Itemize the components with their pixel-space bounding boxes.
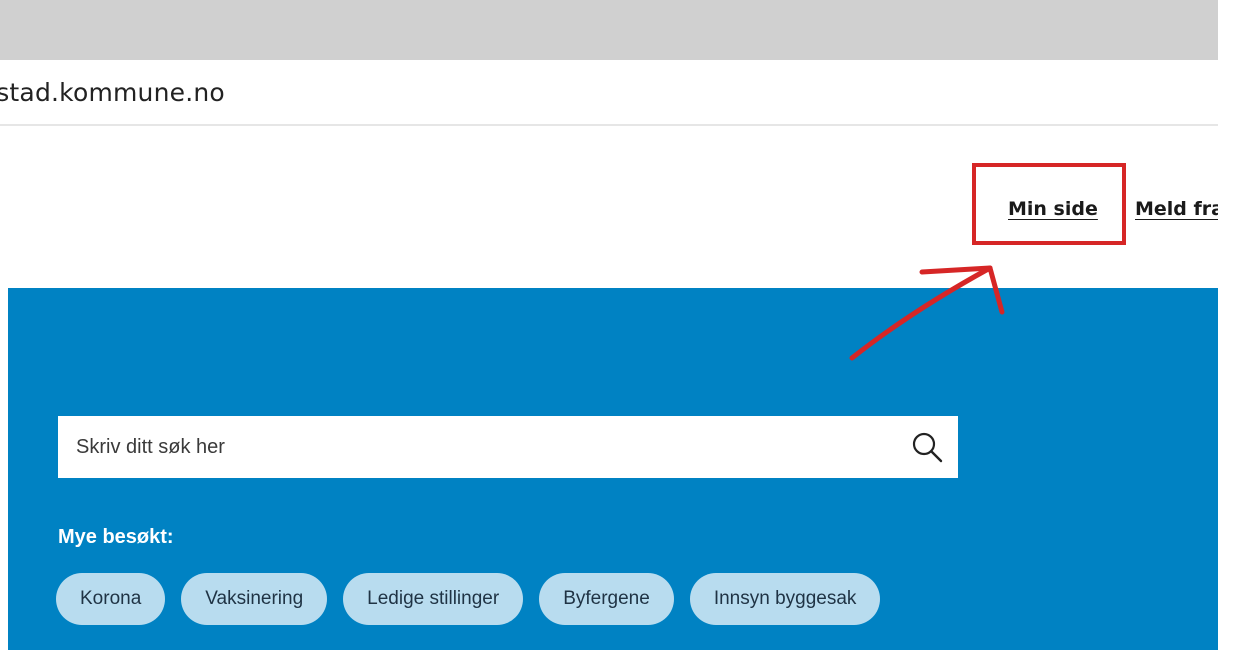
search-icon[interactable]	[910, 430, 944, 464]
meld-fra-link[interactable]: Meld fra	[1135, 198, 1218, 220]
header-links-bar: Min side Meld fra	[0, 126, 1218, 288]
popular-heading: Mye besøkt:	[58, 526, 174, 548]
hero-search-section: Mye besøkt: Korona Vaksinering Ledige stil…	[8, 288, 1218, 650]
browser-tab-strip	[0, 0, 1218, 60]
min-side-link[interactable]: Min side	[1008, 198, 1098, 220]
popular-chips: Korona Vaksinering Ledige stillinger Byferg…	[56, 573, 896, 625]
chip-byfergene[interactable]: Byfergene	[539, 573, 674, 625]
address-url[interactable]: ‹stad.kommune.no	[0, 78, 225, 107]
chip-vaksinering[interactable]: Vaksinering	[181, 573, 328, 625]
page: ‹stad.kommune.no Min side Meld fra Mye b…	[0, 0, 1235, 650]
search-box	[58, 416, 958, 478]
chip-korona[interactable]: Korona	[56, 573, 166, 625]
search-input[interactable]	[58, 416, 878, 478]
chip-ledige-stillinger[interactable]: Ledige stillinger	[343, 573, 524, 625]
chip-innsyn-byggesak[interactable]: Innsyn byggesak	[689, 573, 881, 625]
address-bar[interactable]: ‹stad.kommune.no	[0, 66, 1218, 127]
